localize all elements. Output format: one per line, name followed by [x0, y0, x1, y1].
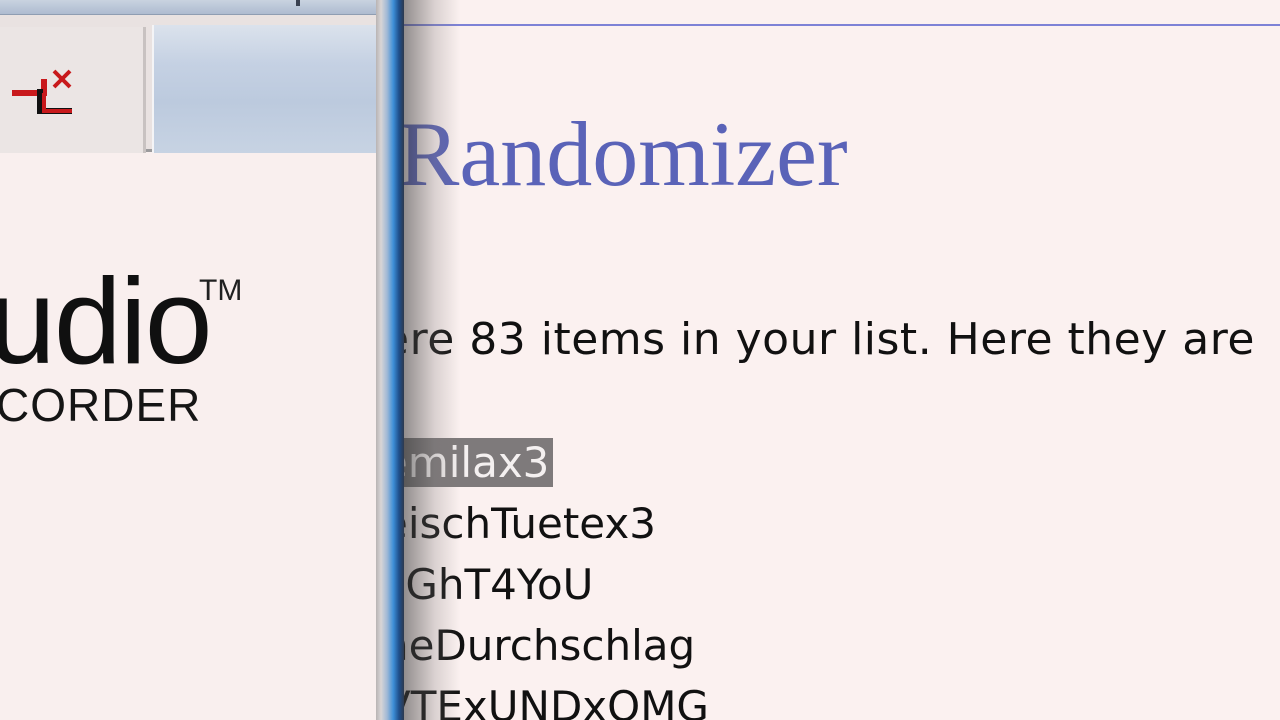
list-item[interactable]: heDurchschlag [404, 615, 709, 676]
list-item-text: VTExUNDxOMG [404, 682, 709, 720]
randomized-list: emilax3 eischTuetex3 iiGhT4YoU heDurchschla… [404, 432, 709, 720]
toolbar-panel [152, 25, 384, 153]
header-divider [404, 24, 1280, 26]
brand-logo: udio TM CORDER [0, 240, 380, 440]
list-item[interactable]: VTExUNDxOMG [404, 676, 709, 720]
list-item-text: heDurchschlag [404, 621, 696, 670]
page-title: Randomizer [404, 103, 848, 205]
randomizer-page: Randomizer ere 83 items in your list. He… [404, 0, 1280, 720]
brand-name: udio [0, 253, 213, 389]
disconnect-x-icon [12, 69, 72, 114]
recorder-toolbar [0, 15, 384, 153]
item-count-text: ere 83 items in your list. Here they are [404, 314, 1255, 365]
list-item-text: eischTuetex3 [404, 499, 656, 548]
window-border[interactable] [376, 0, 404, 720]
list-item[interactable]: eischTuetex3 [404, 493, 709, 554]
disconnect-button[interactable] [0, 27, 146, 153]
titlebar-glyph [296, 0, 300, 6]
list-item[interactable]: iiGhT4YoU [404, 554, 709, 615]
list-item-text: iiGhT4YoU [404, 560, 594, 609]
list-item[interactable]: emilax3 [404, 432, 709, 493]
screen: udio TM CORDER Randomizer ere 83 items i… [0, 0, 1280, 720]
recorder-window: udio TM CORDER [0, 0, 384, 720]
list-item-text: emilax3 [404, 438, 554, 487]
trademark-mark: TM [199, 274, 243, 307]
brand-subtitle: CORDER [0, 379, 202, 431]
recorder-titlebar[interactable] [0, 0, 384, 15]
